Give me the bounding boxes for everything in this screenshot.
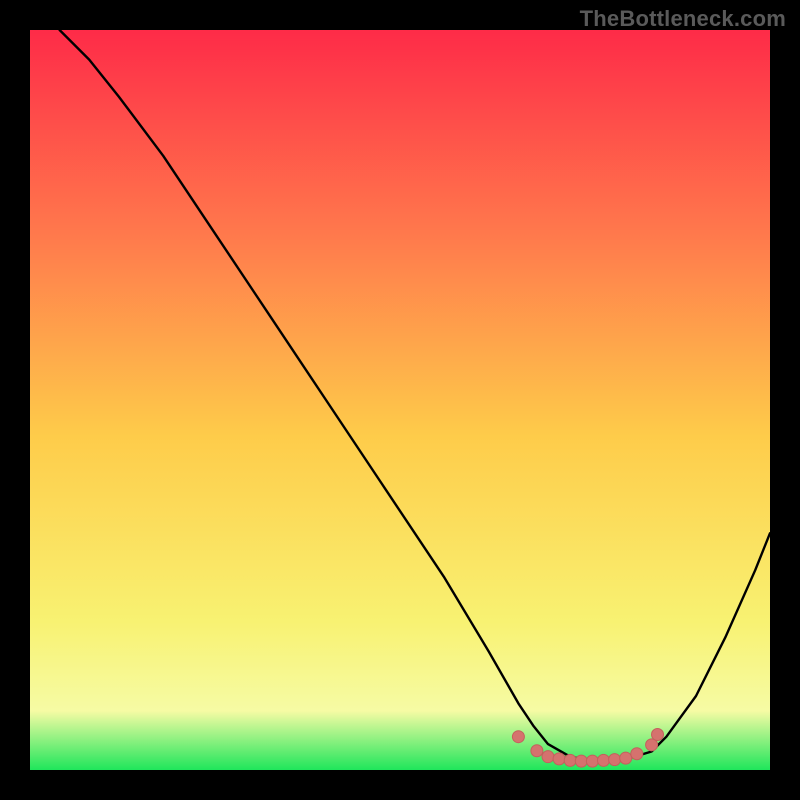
cluster-point — [631, 748, 643, 760]
cluster-point — [598, 754, 610, 766]
cluster-point — [542, 751, 554, 763]
cluster-point — [553, 753, 565, 765]
plot-stage — [30, 30, 770, 770]
cluster-point — [575, 755, 587, 767]
cluster-point — [652, 728, 664, 740]
bottleneck-chart — [30, 30, 770, 770]
cluster-point — [586, 755, 598, 767]
cluster-point — [512, 731, 524, 743]
cluster-point — [609, 754, 621, 766]
gradient-background — [30, 30, 770, 770]
cluster-point — [564, 754, 576, 766]
watermark-text: TheBottleneck.com — [580, 6, 786, 32]
cluster-point — [620, 752, 632, 764]
cluster-point — [531, 745, 543, 757]
chart-container: TheBottleneck.com — [0, 0, 800, 800]
